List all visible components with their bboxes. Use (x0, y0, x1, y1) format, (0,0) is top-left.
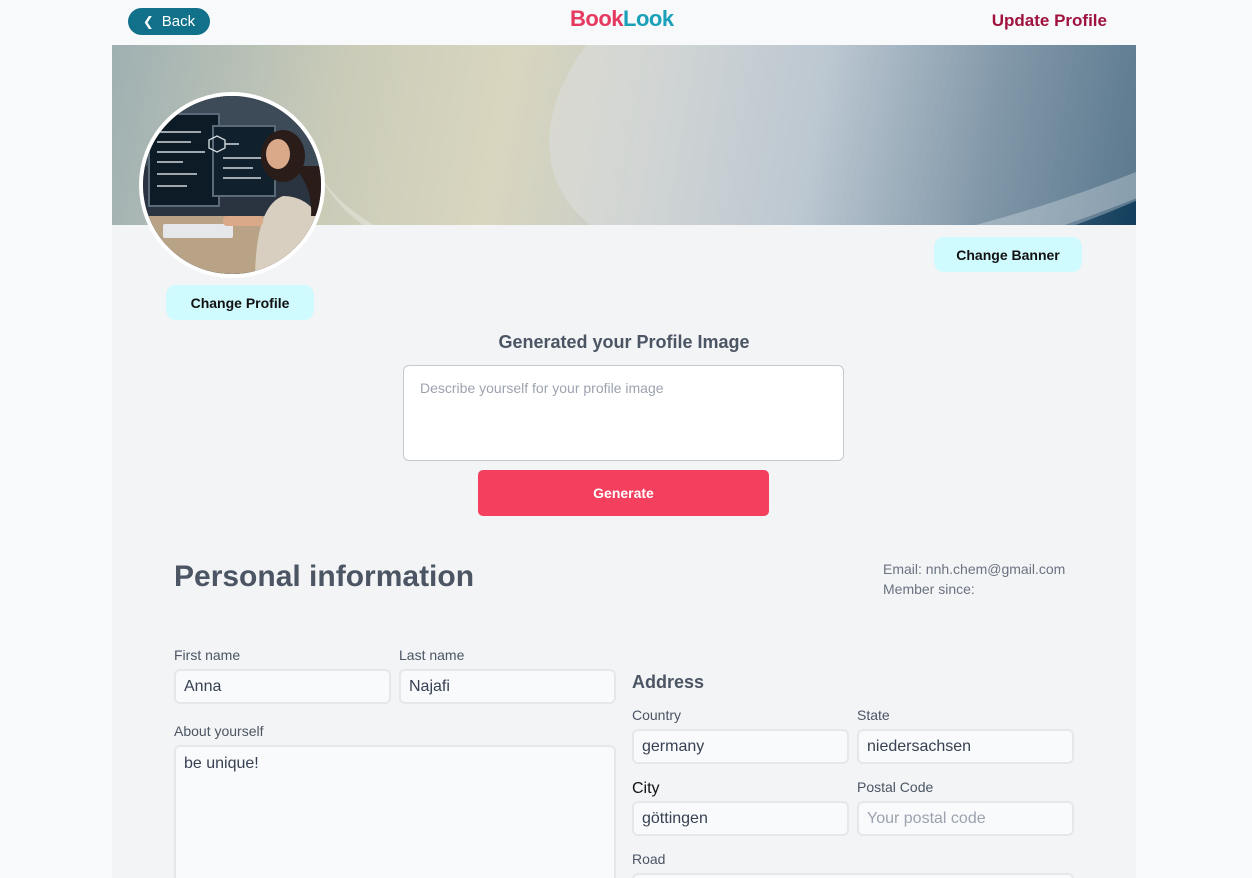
country-label: Country (632, 707, 682, 723)
page-title: Update Profile (991, 11, 1107, 30)
back-label: Back (161, 13, 196, 30)
profile-page: ❮ Back BookLook Update Profile Change Ba… (0, 0, 1252, 878)
change-profile-button[interactable]: Change Profile (166, 285, 314, 320)
personal-info-title: Personal information (174, 560, 475, 593)
state-label: State (857, 707, 890, 723)
city-label: City (632, 780, 660, 797)
logo-part-look: Look (623, 6, 674, 31)
chevron-left-icon: ❮ (142, 14, 154, 29)
about-field[interactable]: be unique! (174, 745, 616, 878)
profile-description-input[interactable] (403, 365, 844, 461)
city-field[interactable]: göttingen (632, 801, 849, 836)
generate-button[interactable]: Generate (478, 470, 769, 516)
country-field[interactable]: germany (632, 729, 849, 764)
generator-title: Generated your Profile Image (498, 332, 750, 352)
first-name-field[interactable]: Anna (174, 669, 391, 704)
last-name-field[interactable]: Najafi (399, 669, 616, 704)
back-button[interactable]: ❮ Back (128, 8, 210, 35)
email-text: Email: nnh.chem@gmail.com (883, 561, 1066, 577)
profile-panel: Change Banner Change Profile Generated y… (112, 45, 1136, 878)
member-since-text: Member since: (883, 581, 975, 597)
logo[interactable]: BookLook (570, 6, 674, 32)
last-name-label: Last name (399, 647, 465, 663)
state-field[interactable]: niedersachsen (857, 729, 1074, 764)
about-label: About yourself (174, 723, 264, 739)
account-meta: Email: nnh.chem@gmail.com Member since: (883, 559, 1065, 599)
road-label: Road (632, 851, 666, 867)
address-title: Address (632, 672, 705, 692)
postal-code-label: Postal Code (857, 779, 934, 795)
change-banner-button[interactable]: Change Banner (934, 237, 1082, 272)
postal-code-field[interactable]: Your postal code (857, 801, 1074, 836)
profile-avatar-image (139, 92, 325, 278)
road-field[interactable] (632, 873, 1074, 878)
first-name-label: First name (174, 647, 241, 663)
logo-part-book: Book (570, 6, 624, 31)
